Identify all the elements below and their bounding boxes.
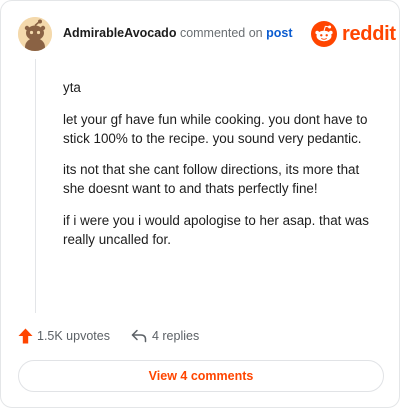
reply-arrow-icon [131, 329, 147, 343]
comment-card: AdmirableAvocado commented on post reddi… [0, 0, 400, 408]
username[interactable]: AdmirableAvocado [63, 26, 176, 40]
upvote-count: 1.5K upvotes [37, 329, 110, 343]
comment-paragraph: yta [63, 80, 81, 95]
action-text: commented on [179, 26, 263, 40]
replies-count: 4 replies [151, 329, 200, 343]
reddit-alien-icon [311, 21, 337, 47]
reddit-logo[interactable]: reddit [311, 20, 396, 48]
comment-paragraph: its not that she cant follow directions,… [63, 162, 360, 196]
reddit-wordmark: reddit [342, 22, 396, 45]
thread-line[interactable] [35, 59, 36, 313]
comment-footer: 1.5K upvotes 4 replies [18, 327, 199, 345]
upvote-arrow-icon [18, 328, 33, 344]
view-comments-button[interactable]: View 4 comments [18, 360, 384, 392]
replies-button[interactable]: 4 replies [131, 329, 199, 343]
upvote-button[interactable]: 1.5K upvotes [18, 328, 110, 344]
comment-paragraph: let your gf have fun while cooking. you … [63, 111, 368, 146]
comment-header: AdmirableAvocado commented on post [63, 26, 293, 42]
avatar[interactable] [18, 17, 52, 51]
comment-paragraph: if i were you i would apologise to her a… [63, 212, 369, 247]
post-link[interactable]: post [266, 26, 292, 40]
comment-body: yta let your gf have fun while cooking. … [63, 78, 377, 261]
snoo-avatar-icon [18, 17, 52, 51]
